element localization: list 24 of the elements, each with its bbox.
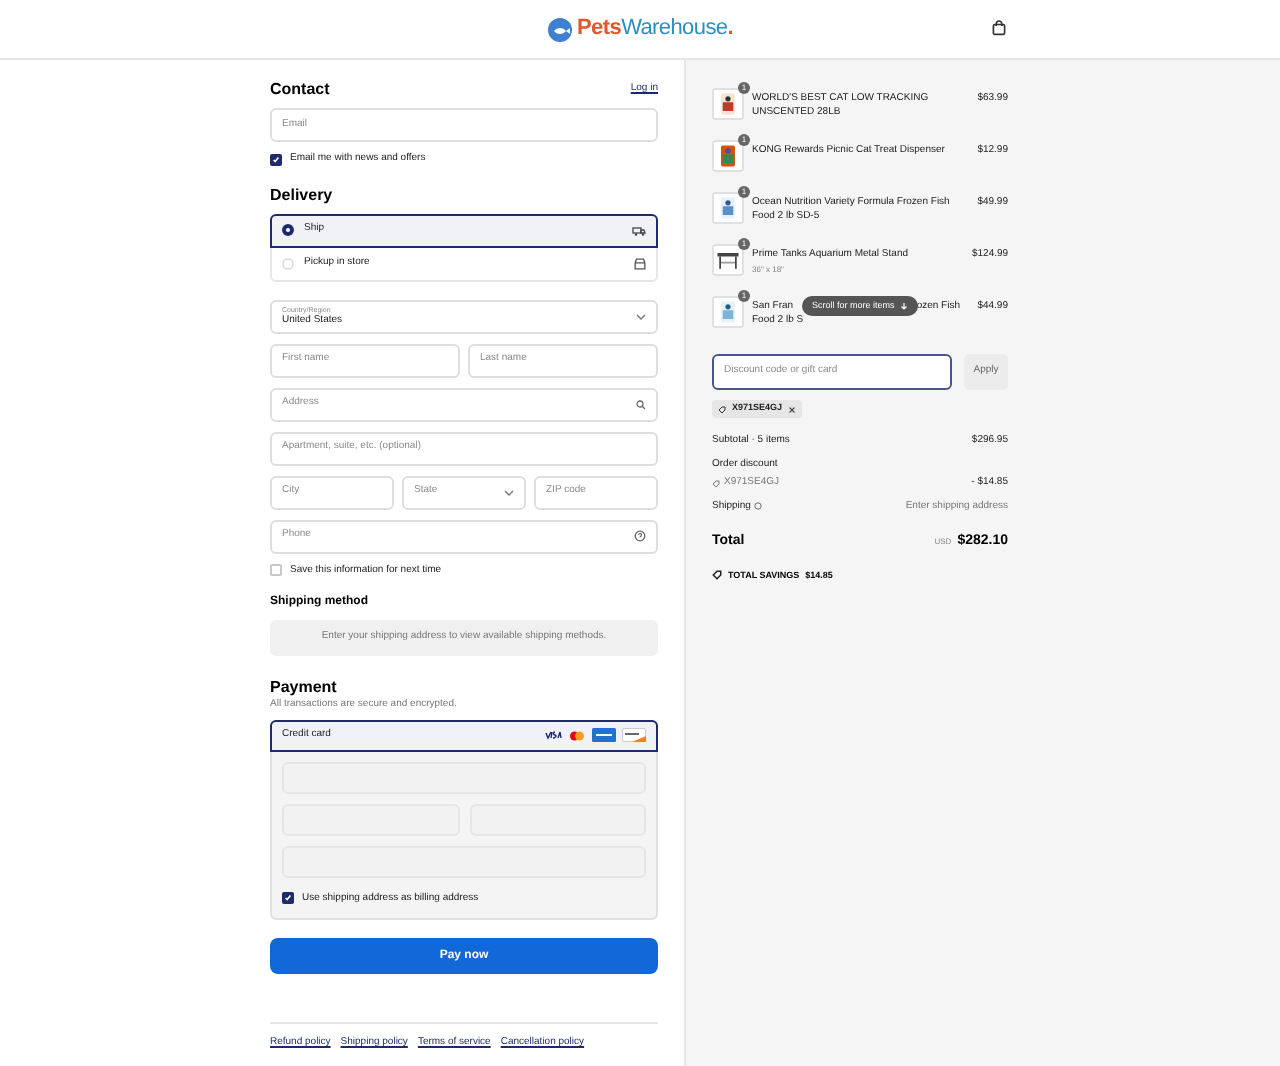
delivery-heading: Delivery — [270, 185, 335, 205]
tag-icon — [718, 405, 726, 413]
payment-heading: Payment — [270, 678, 339, 698]
tag-icon — [712, 570, 722, 581]
store-logo[interactable]: PetsWarehouse. — [577, 12, 733, 46]
shopping-bag-icon[interactable] — [992, 20, 1006, 36]
tag-icon — [712, 479, 720, 488]
logo-icon — [547, 17, 572, 41]
truck-icon — [632, 225, 646, 235]
chevron-down-icon — [504, 489, 514, 495]
help-icon — [634, 530, 646, 542]
chevron-down-icon — [636, 313, 646, 319]
contact-heading: Contact — [270, 78, 330, 102]
card-logo-icon — [622, 728, 646, 742]
store-icon — [634, 257, 646, 269]
card-logo-icon — [544, 730, 562, 740]
arrow-down-icon — [900, 302, 909, 310]
card-logo-icon — [568, 729, 586, 741]
checkbox[interactable] — [270, 564, 282, 577]
remove-icon[interactable] — [788, 405, 797, 413]
card-logo-icon — [592, 728, 616, 742]
radio-button[interactable] — [282, 224, 294, 236]
help-icon — [754, 502, 763, 511]
search-icon — [636, 399, 646, 409]
